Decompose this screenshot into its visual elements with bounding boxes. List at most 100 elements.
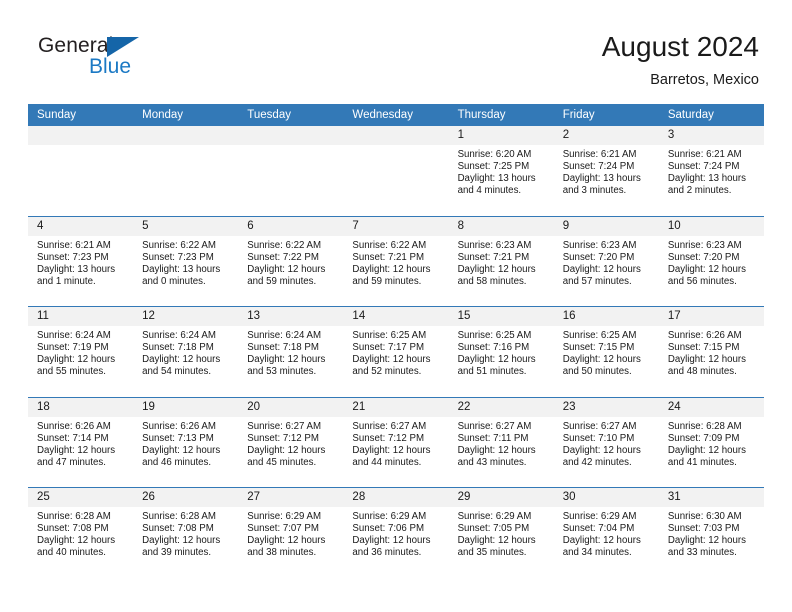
page-header: General Blue August 2024 Barretos, Mexic… — [0, 0, 792, 100]
calendar-day-cell[interactable]: 3 Sunrise: 6:21 AM Sunset: 7:24 PM Daylight… — [658, 126, 764, 216]
calendar-day-cell[interactable]: 7 Sunrise: 6:22 AM Sunset: 7:21 PM Daylight… — [343, 216, 449, 307]
day-sun-info: Sunrise: 6:22 AM Sunset: 7:22 PM Daylight:… — [238, 236, 343, 288]
day-number: 24 — [658, 397, 764, 417]
sunrise-time: Sunrise: 6:24 AM — [37, 330, 111, 341]
calendar-day-cell[interactable]: 28 Sunrise: 6:29 AM Sunset: 7:06 PM Dayligh… — [343, 488, 449, 578]
calendar-day-cell[interactable]: 18 Sunrise: 6:26 AM Sunset: 7:14 PM Dayligh… — [28, 397, 134, 488]
day-number: 17 — [658, 307, 764, 326]
sunset-time: Sunset: 7:17 PM — [352, 342, 425, 354]
day-number: 14 — [343, 307, 449, 326]
day-number: 4 — [28, 216, 134, 236]
day-sun-info: Sunrise: 6:29 AM Sunset: 7:07 PM Daylight:… — [238, 507, 343, 559]
calendar-day-cell[interactable]: 6 Sunrise: 6:22 AM Sunset: 7:22 PM Daylight… — [238, 216, 344, 307]
calendar-day-cell-empty — [343, 126, 449, 216]
daylight-duration-line2: and 41 minutes. — [667, 456, 737, 468]
calendar-day-cell[interactable]: 25 Sunrise: 6:28 AM Sunset: 7:08 PM Dayligh… — [28, 488, 134, 578]
day-number: 10 — [658, 216, 764, 236]
calendar-day-cell[interactable]: 14 Sunrise: 6:25 AM Sunset: 7:17 PM Dayligh… — [343, 307, 449, 397]
sunset-time: Sunset: 7:18 PM — [247, 342, 319, 354]
sunset-time: Sunset: 7:06 PM — [352, 523, 425, 535]
daylight-duration-line1: Daylight: 13 hours — [142, 263, 221, 275]
daylight-duration-line1: Daylight: 12 hours — [247, 354, 326, 366]
day-number: 29 — [448, 488, 554, 507]
calendar-day-cell[interactable]: 5 Sunrise: 6:22 AM Sunset: 7:23 PM Daylight… — [133, 216, 239, 307]
day-number: 7 — [343, 216, 449, 236]
sunrise-time: Sunrise: 6:21 AM — [562, 149, 637, 160]
sunset-time: Sunset: 7:21 PM — [352, 251, 425, 263]
day-number: 8 — [448, 216, 554, 236]
day-sun-info: Sunrise: 6:25 AM Sunset: 7:15 PM Daylight:… — [554, 326, 659, 378]
sunrise-time: Sunrise: 6:22 AM — [352, 239, 427, 251]
calendar-week-row: 11 Sunrise: 6:24 AM Sunset: 7:19 PM Dayligh… — [28, 306, 764, 397]
calendar-day-cell[interactable]: 15 Sunrise: 6:25 AM Sunset: 7:16 PM Dayligh… — [448, 307, 554, 397]
calendar-day-cell[interactable]: 12 Sunrise: 6:24 AM Sunset: 7:18 PM Dayligh… — [133, 307, 239, 397]
daylight-duration-line1: Daylight: 12 hours — [142, 354, 221, 366]
daylight-duration-line2: and 46 minutes. — [142, 456, 212, 468]
daylight-duration-line2: and 51 minutes. — [457, 366, 527, 378]
sunrise-time: Sunrise: 6:26 AM — [142, 420, 216, 432]
day-sun-info: Sunrise: 6:21 AM Sunset: 7:24 PM Daylight:… — [659, 145, 764, 197]
daylight-duration-line2: and 33 minutes. — [667, 547, 737, 559]
sunset-time: Sunset: 7:13 PM — [142, 432, 214, 444]
calendar-day-cell[interactable]: 21 Sunrise: 6:27 AM Sunset: 7:12 PM Dayligh… — [343, 397, 449, 488]
calendar-day-cell[interactable]: 16 Sunrise: 6:25 AM Sunset: 7:15 PM Dayligh… — [553, 307, 659, 397]
day-number: 31 — [658, 488, 764, 507]
daylight-duration-line1: Daylight: 12 hours — [142, 535, 221, 547]
calendar-day-cell[interactable]: 11 Sunrise: 6:24 AM Sunset: 7:19 PM Dayligh… — [28, 307, 134, 397]
calendar-day-cell[interactable]: 27 Sunrise: 6:29 AM Sunset: 7:07 PM Dayligh… — [238, 488, 344, 578]
calendar-day-cell[interactable]: 17 Sunrise: 6:26 AM Sunset: 7:15 PM Dayligh… — [658, 307, 764, 397]
calendar-day-cell[interactable]: 20 Sunrise: 6:27 AM Sunset: 7:12 PM Dayligh… — [238, 397, 344, 488]
sunrise-time: Sunrise: 6:27 AM — [457, 420, 532, 432]
sunrise-time: Sunrise: 6:27 AM — [562, 420, 637, 432]
sunset-time: Sunset: 7:18 PM — [142, 342, 214, 354]
daylight-duration-line2: and 42 minutes. — [562, 456, 632, 468]
day-number: 1 — [448, 126, 554, 145]
calendar-day-cell[interactable]: 29 Sunrise: 6:29 AM Sunset: 7:05 PM Dayligh… — [448, 488, 554, 578]
day-number — [133, 126, 239, 145]
daylight-duration-line2: and 34 minutes. — [562, 547, 632, 559]
calendar-day-cell[interactable]: 19 Sunrise: 6:26 AM Sunset: 7:13 PM Dayligh… — [133, 397, 239, 488]
sunset-time: Sunset: 7:15 PM — [667, 342, 740, 354]
day-number: 30 — [553, 488, 659, 507]
sunrise-time: Sunrise: 6:29 AM — [457, 511, 532, 522]
calendar-day-cell[interactable]: 10 Sunrise: 6:23 AM Sunset: 7:20 PM Dayligh… — [658, 216, 764, 307]
sunrise-time: Sunrise: 6:23 AM — [562, 239, 637, 251]
calendar-day-cell[interactable]: 8 Sunrise: 6:23 AM Sunset: 7:21 PM Daylight… — [448, 216, 554, 307]
sunset-time: Sunset: 7:08 PM — [37, 523, 109, 535]
sunrise-time: Sunrise: 6:24 AM — [142, 330, 216, 341]
sunrise-time: Sunrise: 6:30 AM — [667, 511, 742, 522]
day-sun-info: Sunrise: 6:27 AM Sunset: 7:10 PM Daylight:… — [554, 417, 659, 469]
calendar-day-cell[interactable]: 31 Sunrise: 6:30 AM Sunset: 7:03 PM Dayligh… — [658, 488, 764, 578]
calendar-day-cell[interactable]: 23 Sunrise: 6:27 AM Sunset: 7:10 PM Dayligh… — [553, 397, 659, 488]
sunset-time: Sunset: 7:11 PM — [457, 432, 529, 444]
day-number: 21 — [343, 397, 449, 417]
sunset-time: Sunset: 7:14 PM — [37, 432, 109, 444]
sunrise-time: Sunrise: 6:23 AM — [667, 239, 742, 251]
calendar-day-cell[interactable]: 4 Sunrise: 6:21 AM Sunset: 7:23 PM Daylight… — [28, 216, 134, 307]
daylight-duration-line2: and 38 minutes. — [247, 547, 317, 559]
day-number: 20 — [238, 397, 344, 417]
calendar-day-cell[interactable]: 2 Sunrise: 6:21 AM Sunset: 7:24 PM Daylight… — [553, 126, 659, 216]
sunrise-time: Sunrise: 6:24 AM — [247, 330, 322, 341]
day-sun-info: Sunrise: 6:22 AM Sunset: 7:23 PM Daylight:… — [133, 236, 238, 288]
calendar-day-cell[interactable]: 30 Sunrise: 6:29 AM Sunset: 7:04 PM Dayligh… — [553, 488, 659, 578]
sunset-time: Sunset: 7:16 PM — [457, 342, 530, 354]
calendar-day-cell[interactable]: 9 Sunrise: 6:23 AM Sunset: 7:20 PM Daylight… — [553, 216, 659, 307]
weekday-header-sunday: Sunday — [37, 109, 77, 121]
calendar-day-cell[interactable]: 1 Sunrise: 6:20 AM Sunset: 7:25 PM Daylight… — [448, 126, 554, 216]
daylight-duration-line1: Daylight: 13 hours — [37, 263, 116, 275]
title-block: August 2024 Barretos, Mexico — [602, 30, 759, 90]
general-blue-logo[interactable]: General Blue — [32, 34, 252, 86]
calendar-day-cell-empty — [28, 126, 134, 216]
sunset-time: Sunset: 7:20 PM — [667, 251, 740, 263]
calendar-day-cell[interactable]: 13 Sunrise: 6:24 AM Sunset: 7:18 PM Dayligh… — [238, 307, 344, 397]
calendar-day-cell[interactable]: 24 Sunrise: 6:28 AM Sunset: 7:09 PM Dayligh… — [658, 397, 764, 488]
sunrise-time: Sunrise: 6:29 AM — [352, 511, 427, 522]
daylight-duration-line2: and 59 minutes. — [247, 275, 317, 287]
calendar-day-cell[interactable]: 22 Sunrise: 6:27 AM Sunset: 7:11 PM Dayligh… — [448, 397, 554, 488]
calendar-day-cell[interactable]: 26 Sunrise: 6:28 AM Sunset: 7:08 PM Dayligh… — [133, 488, 239, 578]
day-number — [343, 126, 449, 145]
day-number: 27 — [238, 488, 344, 507]
daylight-duration-line2: and 58 minutes. — [457, 275, 527, 287]
daylight-duration-line1: Daylight: 12 hours — [667, 263, 746, 275]
